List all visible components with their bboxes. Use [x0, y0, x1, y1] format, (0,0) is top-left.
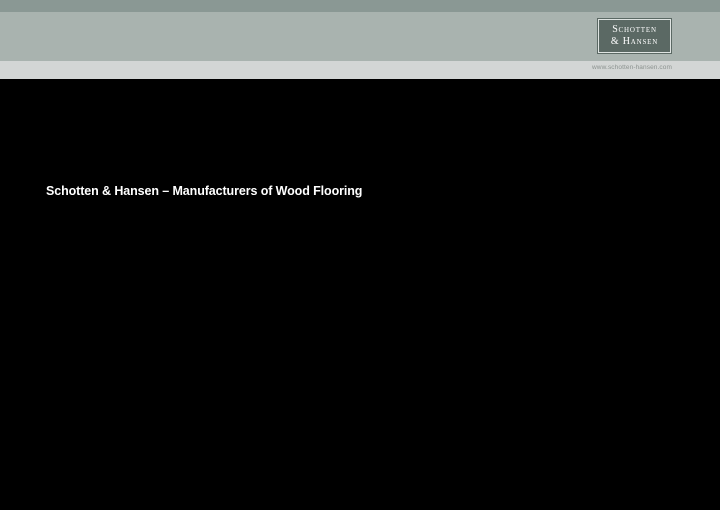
- top-strip: [0, 0, 720, 12]
- logo-line-1: Schotten: [612, 24, 657, 35]
- brand-logo: Schotten & Hansen: [597, 18, 672, 54]
- website-url: www.schotten-hansen.com: [592, 64, 672, 71]
- page-title: Schotten & Hansen – Manufacturers of Woo…: [46, 184, 363, 198]
- logo-line-2: & Hansen: [610, 36, 659, 47]
